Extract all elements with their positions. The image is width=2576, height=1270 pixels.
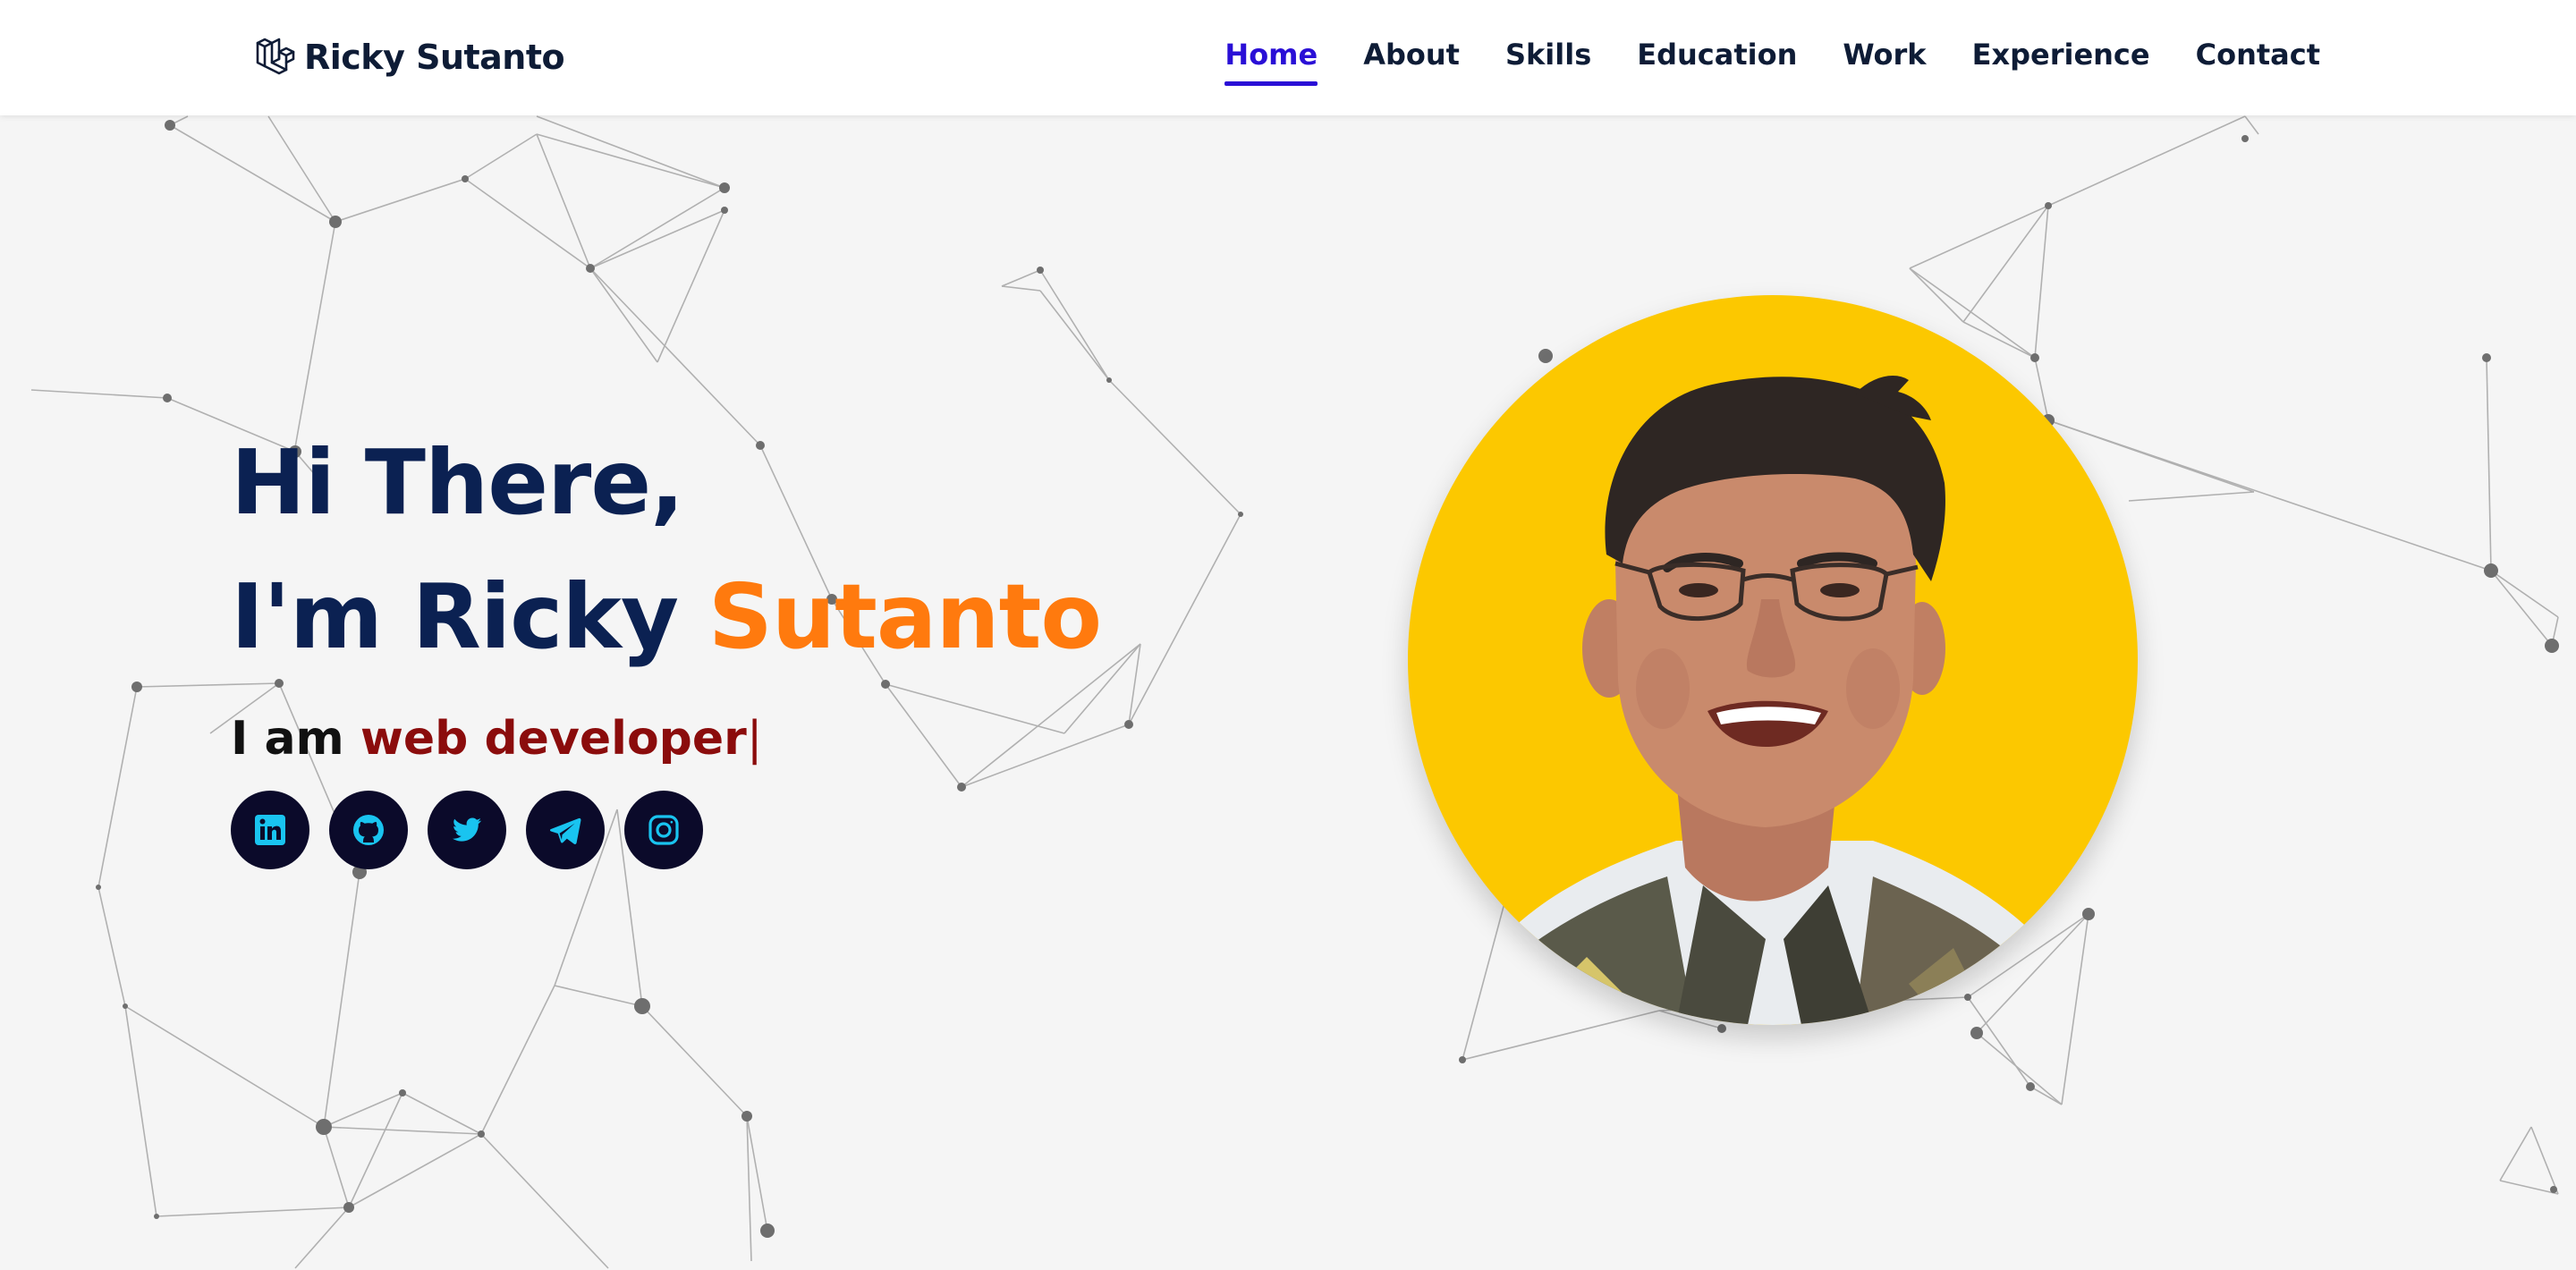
linkedin-button[interactable] (231, 791, 309, 869)
instagram-icon (648, 815, 679, 845)
brand-name: Ricky Sutanto (304, 38, 565, 77)
typing-caret: | (746, 712, 763, 766)
profile-avatar (1408, 295, 2138, 1025)
typing-role: web developer (360, 712, 747, 766)
social-links (231, 791, 703, 869)
telegram-button[interactable] (526, 791, 605, 869)
typing-prefix: I am (231, 712, 360, 766)
nav-link-about[interactable]: About (1363, 32, 1460, 79)
brand-logo-link[interactable]: Ricky Sutanto (254, 32, 565, 82)
linkedin-icon (255, 815, 285, 845)
nav-link-education[interactable]: Education (1637, 32, 1797, 79)
nav-link-home[interactable]: Home (1224, 32, 1318, 86)
nav-link-contact[interactable]: Contact (2196, 32, 2320, 79)
top-navbar: Ricky Sutanto Home About Skills Educatio… (0, 0, 2576, 115)
github-icon (353, 815, 384, 845)
typing-text: I am web developer| (231, 715, 762, 762)
nav-link-skills[interactable]: Skills (1505, 32, 1591, 79)
hero-greeting: Hi There, (231, 430, 684, 535)
main-nav: Home About Skills Education Work Experie… (1224, 32, 2320, 86)
laravel-logo-icon (256, 38, 295, 75)
twitter-icon (453, 817, 481, 842)
github-button[interactable] (329, 791, 408, 869)
nav-link-work[interactable]: Work (1843, 32, 1926, 79)
instagram-button[interactable] (624, 791, 703, 869)
telegram-icon (549, 817, 581, 844)
nav-link-experience[interactable]: Experience (1972, 32, 2150, 79)
profile-illustration (1462, 376, 2088, 1025)
hero-intro-prefix: I'm Ricky (231, 564, 708, 669)
twitter-button[interactable] (428, 791, 506, 869)
hero-intro-accent: Sutanto (708, 564, 1102, 669)
hero-intro: I'm Ricky Sutanto (231, 572, 1102, 662)
